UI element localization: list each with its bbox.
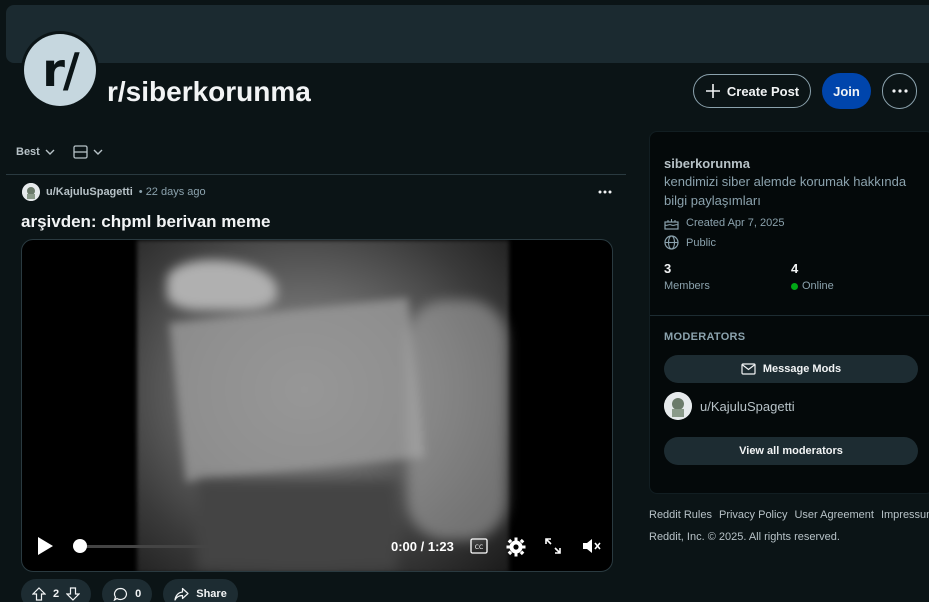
create-post-button[interactable]: Create Post [693,74,811,108]
sort-dropdown[interactable]: Best [16,146,55,158]
post-more-button[interactable] [596,183,614,201]
created-date: Created Apr 7, 2025 [686,217,785,229]
video-progress-bar[interactable] [74,545,386,548]
video-controls: 0:00 / 1:23 CC [22,521,612,571]
video-time: 0:00 / 1:23 [391,539,454,554]
downvote-icon[interactable] [66,587,81,601]
sidebar-community-name: siberkorunma [664,156,750,171]
message-mods-button[interactable]: Message Mods [664,355,918,383]
comment-icon [113,587,128,601]
share-icon [174,587,189,601]
fullscreen-icon[interactable] [544,537,562,555]
join-button[interactable]: Join [822,73,871,109]
plus-icon [705,84,720,98]
community-name: r/siberkorunma [107,76,311,107]
mail-icon [741,363,756,375]
community-more-button[interactable] [882,73,917,109]
video-progress-handle[interactable] [73,539,87,553]
sidebar-divider [650,315,929,316]
post-title[interactable]: arşivden: chpml berivan meme [21,212,270,232]
view-all-moderators-button[interactable]: View all moderators [664,437,918,465]
feed-controls: Best [16,143,103,161]
chevron-down-icon [93,149,103,155]
online-label: Online [802,280,834,292]
sort-label: Best [16,146,40,158]
footer-link[interactable]: Privacy Policy [719,509,787,521]
ellipsis-icon [891,89,908,93]
post-time: • 22 days ago [138,186,206,198]
chevron-down-icon [45,149,55,155]
community-avatar: r/ [21,31,99,109]
community-avatar-text: r/ [24,34,96,106]
footer-link[interactable]: User Agreement [794,509,873,521]
comments-button[interactable]: 0 [102,579,153,602]
gear-icon[interactable] [506,537,526,557]
footer-link[interactable]: Impressum [881,509,929,521]
moderators-heading: MODERATORS [664,331,746,343]
members-count: 3 [664,261,672,276]
footer-links: Reddit Rules Privacy Policy User Agreeme… [649,509,929,521]
members-label: Members [664,280,710,292]
cake-icon [664,219,679,230]
vote-count: 2 [53,588,60,600]
layout-icon [73,145,88,159]
moderator-avatar [664,392,692,420]
upvote-icon[interactable] [32,587,46,601]
share-button[interactable]: Share [163,579,238,602]
view-dropdown[interactable] [73,145,103,159]
online-stat: 4 Online [791,261,834,292]
members-stat: 3 Members [664,261,710,292]
sidebar-description: kendimizi siber alemde korumak hakkında … [664,174,907,208]
visibility-row: Public [664,235,716,250]
post-actions: 2 0 Share [21,579,238,602]
online-indicator-icon [791,282,798,290]
footer-link[interactable]: Reddit Rules [649,509,712,521]
muted-icon[interactable] [582,537,602,555]
visibility-label: Public [686,236,716,249]
play-icon[interactable] [36,536,54,556]
create-post-label: Create Post [726,83,800,99]
video-player[interactable]: 0:00 / 1:23 CC [21,239,613,572]
share-label: Share [196,588,227,600]
community-banner [6,5,929,63]
community-sidebar: siberkorunma kendimizi siber alemde koru… [649,131,929,494]
moderator-item[interactable]: u/KajuluSpagetti [664,392,795,420]
feed-divider [6,174,626,175]
svg-text:CC: CC [475,544,483,551]
post-meta: u/KajuluSpagetti • 22 days ago [22,183,206,201]
ellipsis-icon [598,190,612,194]
captions-icon[interactable]: CC [470,538,488,554]
moderator-name: u/KajuluSpagetti [700,398,795,414]
comment-count: 0 [135,588,142,600]
message-mods-label: Message Mods [762,363,842,375]
author-avatar[interactable] [22,183,40,201]
created-row: Created Apr 7, 2025 [664,216,784,230]
online-count: 4 [791,261,799,276]
globe-icon [664,235,679,250]
vote-bar: 2 [21,579,92,602]
post-author[interactable]: u/KajuluSpagetti [46,186,133,198]
footer-copyright: Reddit, Inc. © 2025. All rights reserved… [649,531,840,543]
